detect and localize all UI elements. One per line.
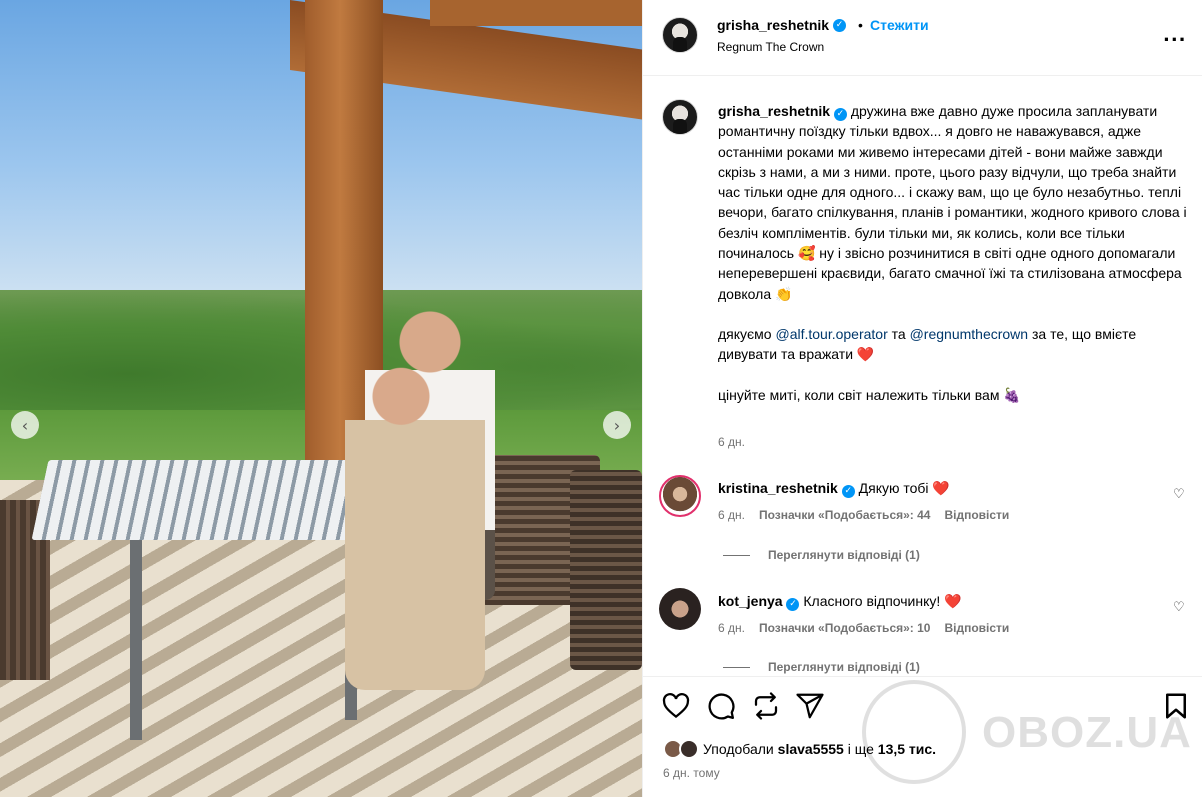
mention-link[interactable]: @alf.tour.operator [775,326,887,342]
comment-body: kristina_reshetnik ✓ Дякую тобі ❤️ [718,480,950,498]
liked-by-prefix: Уподобали [703,741,774,757]
verified-badge-icon: ✓ [786,597,800,611]
photo-chair-far-right [570,470,642,670]
heart-icon[interactable] [661,691,691,721]
separator-dot: • [858,17,863,33]
comment-like-heart-icon[interactable]: ♡ [1173,600,1185,615]
verified-badge-icon: ✓ [833,18,847,32]
photo-table [31,460,399,540]
liked-by-text: Уподобали slava5555 і ще 13,5 тис. [703,741,936,757]
caption-text: дружина вже давно дуже просила запланува… [718,103,1187,302]
bookmark-icon[interactable] [1161,691,1191,721]
caption-timestamp[interactable]: 6 дн. [718,435,745,449]
commenter-username[interactable]: kot_jenya [718,593,783,609]
commenter-avatar[interactable] [659,588,701,630]
replies-divider [723,666,750,668]
comment-text: Дякую тобі ❤️ [858,480,950,496]
view-replies-button[interactable]: Переглянути відповіді (1) [723,660,920,674]
post-actions-bar: Уподобали slava5555 і ще 13,5 тис. 6 дн.… [643,676,1202,797]
liker-avatar [679,739,699,759]
comment-icon[interactable] [706,691,736,721]
comment-likes-count[interactable]: Позначки «Подобається»: 44 [759,508,930,522]
comment-meta: 6 дн. Позначки «Подобається»: 44 Відпові… [718,508,1009,522]
caption-avatar[interactable] [662,99,698,135]
follow-button[interactable]: Стежити [870,17,929,33]
comment-likes-count[interactable]: Позначки «Подобається»: 10 [759,621,930,635]
post-header: grisha_reshetnik ✓ • Стежити Regnum The … [643,0,1202,76]
author-username-text[interactable]: grisha_reshetnik [717,17,829,33]
comment-reply-button[interactable]: Відповісти [944,621,1009,635]
post-side-panel: grisha_reshetnik ✓ • Стежити Regnum The … [642,0,1202,797]
repost-icon[interactable] [751,691,781,721]
chevron-right-icon: › [613,415,621,435]
caption-closing-text: цінуйте миті, коли світ належить тільки … [718,386,1021,403]
mention-link[interactable]: @regnumthecrown [910,326,1029,342]
author-username[interactable]: grisha_reshetnik ✓ [717,17,847,33]
caption-and: та [891,325,906,342]
chevron-left-icon: ‹ [21,415,29,435]
comment-timestamp[interactable]: 6 дн. [718,621,745,635]
comment-text: Класного відпочинку! ❤️ [803,593,962,609]
share-icon[interactable] [795,691,825,721]
comment-body: kot_jenya ✓ Класного відпочинку! ❤️ [718,593,962,611]
caption-username[interactable]: grisha_reshetnik [718,103,830,119]
view-replies-button[interactable]: Переглянути відповіді (1) [723,548,920,562]
carousel-next-button[interactable]: › [603,411,631,439]
photo-woman [345,360,485,690]
comment-like-heart-icon[interactable]: ♡ [1173,487,1185,502]
verified-badge-icon: ✓ [833,107,847,121]
view-replies-label[interactable]: Переглянути відповіді (1) [768,548,920,562]
carousel-prev-button[interactable]: ‹ [11,411,39,439]
post-photo[interactable]: ‹ › [0,0,642,797]
liked-by-row[interactable]: Уподобали slava5555 і ще 13,5 тис. [663,739,936,759]
location-link[interactable]: Regnum The Crown [717,40,824,54]
commenter-avatar[interactable] [659,475,701,517]
verified-badge-icon: ✓ [841,484,855,498]
comment-reply-button[interactable]: Відповісти [944,508,1009,522]
likes-count[interactable]: 13,5 тис. [878,741,936,757]
more-options-icon[interactable]: ... [1163,25,1187,46]
comment-meta: 6 дн. Позначки «Подобається»: 10 Відпові… [718,621,1009,635]
post-date[interactable]: 6 дн. тому [663,766,720,780]
caption-thanks-prefix: дякуємо [718,325,772,342]
avatar[interactable] [662,17,698,53]
post-caption: grisha_reshetnik ✓ дружина вже давно дуж… [718,101,1193,405]
view-replies-label[interactable]: Переглянути відповіді (1) [768,660,920,674]
liked-by-middle: і ще [847,741,874,757]
photo-table-leg [130,540,142,740]
comment-timestamp[interactable]: 6 дн. [718,508,745,522]
replies-divider [723,554,750,556]
photo-pergola-rafter [430,0,642,26]
liked-by-username[interactable]: slava5555 [778,741,844,757]
commenter-username[interactable]: kristina_reshetnik [718,480,838,496]
